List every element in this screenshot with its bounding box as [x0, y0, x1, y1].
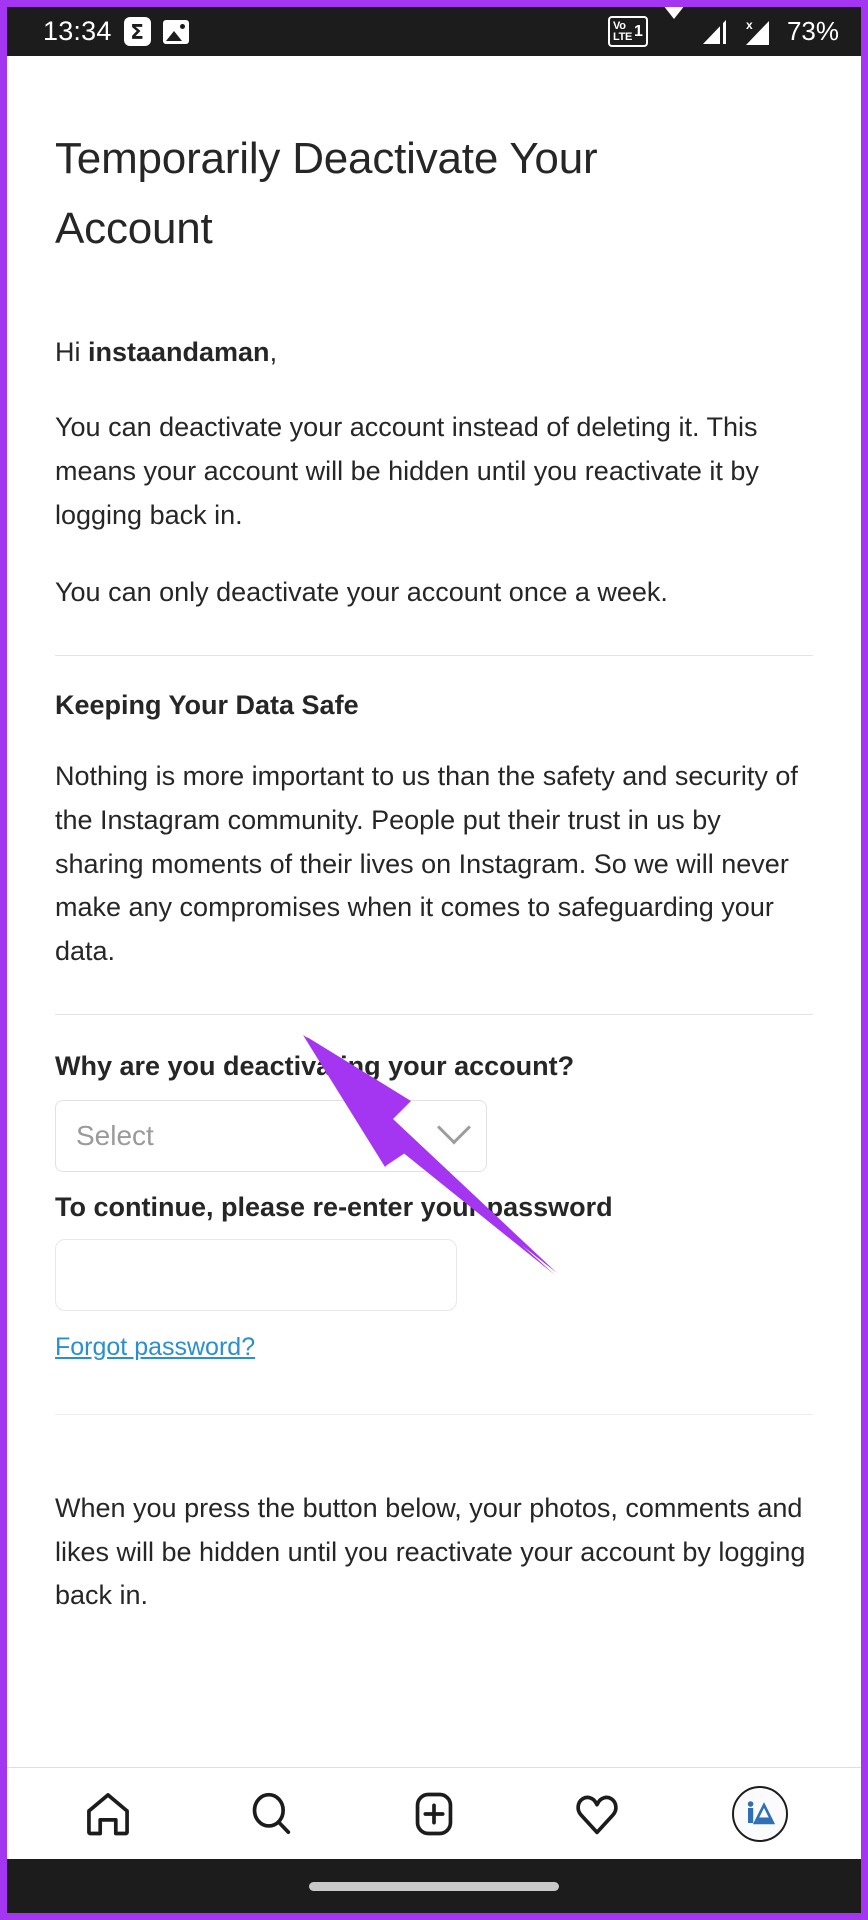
nav-profile[interactable]	[715, 1779, 805, 1849]
reason-select[interactable]: Select	[55, 1099, 487, 1172]
reason-label: Why are you deactivating your account?	[55, 1050, 575, 1081]
status-bar-left: 13:34 Σ	[43, 16, 189, 47]
nav-search[interactable]	[226, 1779, 316, 1849]
greeting-prefix: Hi	[55, 337, 88, 368]
divider-bottom	[55, 1413, 813, 1415]
password-label: To continue, please re-enter your passwo…	[55, 1191, 613, 1222]
divider-top	[55, 655, 813, 657]
home-indicator[interactable]	[309, 1881, 559, 1891]
volte-icon: Vo LTE 1	[607, 16, 648, 47]
forgot-password-link[interactable]: Forgot password?	[55, 1333, 255, 1362]
greeting-suffix: ,	[269, 337, 278, 368]
nav-home[interactable]	[63, 1779, 153, 1849]
username: instaandaman	[88, 337, 270, 368]
volte-label-top: Vo	[612, 19, 626, 32]
divider-middle	[55, 1013, 813, 1015]
nav-activity[interactable]	[552, 1779, 642, 1849]
frequency-paragraph: You can only deactivate your account onc…	[55, 577, 668, 608]
status-bar: 13:34 Σ Vo LTE 1 x 73%	[7, 7, 861, 56]
sigma-icon: Σ	[123, 17, 151, 46]
gesture-nav-bar	[7, 1859, 861, 1913]
svg-text:x: x	[746, 18, 753, 32]
status-bar-clock: 13:34	[43, 16, 112, 46]
wifi-icon	[658, 7, 689, 45]
nav-add-post[interactable]	[389, 1779, 479, 1849]
heart-icon	[576, 1795, 618, 1834]
volte-sim-number: 1	[634, 22, 643, 40]
chevron-down-icon	[437, 1110, 471, 1145]
intro-paragraph: You can deactivate your account instead …	[55, 412, 759, 530]
search-icon	[252, 1792, 291, 1834]
home-icon	[87, 1792, 130, 1835]
bottom-nav-bar	[7, 1767, 861, 1859]
data-safe-paragraph: Nothing is more important to us than the…	[55, 761, 798, 967]
greeting-line: Hi instaandaman,	[55, 333, 813, 372]
photo-icon	[162, 19, 189, 44]
page-content: Temporarily Deactivate Your Account Hi i…	[7, 56, 861, 1767]
status-bar-right: Vo LTE 1 x 73%	[607, 7, 839, 47]
ia-logo-icon	[747, 1800, 775, 1824]
reason-select-value: Select	[76, 1119, 154, 1151]
battery-percentage: 73%	[786, 16, 839, 46]
confirmation-paragraph: When you press the button below, your ph…	[55, 1492, 806, 1611]
signal-icon	[700, 19, 728, 45]
phone-frame: 13:34 Σ Vo LTE 1 x 73% Temporarily Deact…	[0, 0, 868, 1920]
volte-label-bottom: LTE	[612, 30, 633, 43]
add-post-icon	[415, 1792, 453, 1835]
profile-avatar	[731, 1785, 788, 1842]
signal-no-sim-icon: x	[739, 18, 773, 46]
page-title: Temporarily Deactivate Your Account	[55, 134, 598, 253]
password-input[interactable]	[55, 1238, 457, 1311]
data-safe-heading: Keeping Your Data Safe	[55, 690, 359, 721]
